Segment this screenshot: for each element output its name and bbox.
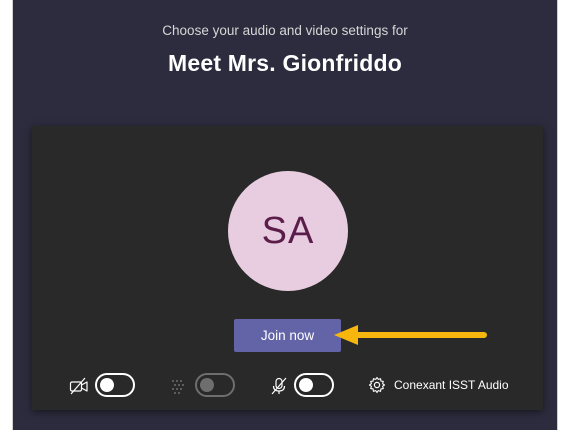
video-preview: SA Join now Conexant ISST Audio	[32, 126, 543, 410]
camera-off-icon[interactable]	[69, 377, 89, 395]
settings-prompt: Choose your audio and video settings for	[162, 23, 408, 38]
device-controls: Conexant ISST Audio	[32, 366, 543, 402]
camera-toggle-knob	[100, 378, 114, 392]
screenshot-frame: Choose your audio and video settings for…	[0, 0, 567, 430]
microphone-toggle[interactable]	[294, 373, 334, 397]
meeting-title: Meet Mrs. Gionfriddo	[168, 50, 402, 76]
avatar: SA	[228, 171, 348, 291]
camera-toggle[interactable]	[95, 373, 135, 397]
microphone-toggle-knob	[299, 378, 313, 392]
annotation-arrow	[334, 325, 487, 345]
gear-icon	[368, 376, 386, 394]
join-now-button[interactable]: Join now	[234, 319, 341, 352]
background-blur-toggle	[195, 373, 235, 397]
device-settings-label: Conexant ISST Audio	[394, 378, 509, 392]
background-blur-icon	[172, 380, 184, 394]
avatar-initials: SA	[261, 209, 315, 252]
device-settings-button[interactable]: Conexant ISST Audio	[368, 374, 509, 396]
pre-join-screen: Choose your audio and video settings for…	[12, 0, 558, 430]
background-blur-toggle-knob	[200, 378, 214, 392]
mic-off-icon[interactable]	[269, 377, 289, 395]
